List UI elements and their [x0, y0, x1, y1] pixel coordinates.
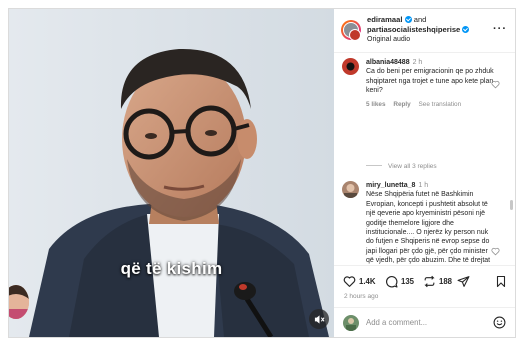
- reply-button[interactable]: Reply: [393, 101, 410, 108]
- comment-meta: 5 likes Reply See translation: [366, 100, 494, 109]
- comment-body: miry_lunetta_8 1 h Nëse Shqipëria futet n…: [366, 181, 500, 265]
- comments-list[interactable]: albania48488 2 h Ca do beni per emigracio…: [334, 52, 515, 265]
- author-info: ediramaal and partiasocialisteshqiperise…: [367, 15, 487, 45]
- comment-likes[interactable]: 5 likes: [366, 101, 386, 108]
- post-actions-bar: 1.4K 135 188 2 hours ago: [334, 265, 515, 308]
- heart-icon: [343, 275, 356, 287]
- author-avatar[interactable]: [341, 20, 361, 41]
- send-button[interactable]: [457, 274, 473, 288]
- post-modal: që të kishim ediramaal and partiasociali…: [8, 8, 516, 338]
- commenter-avatar[interactable]: [342, 181, 359, 198]
- post-side-panel: ediramaal and partiasocialisteshqiperise…: [334, 9, 515, 337]
- and-text: and: [413, 15, 427, 24]
- comment-username[interactable]: albania48488: [366, 59, 410, 66]
- view-replies-button[interactable]: View all 3 replies: [366, 163, 437, 170]
- more-options-button[interactable]: ···: [493, 23, 507, 35]
- author-primary-link[interactable]: ediramaal: [367, 15, 402, 24]
- emoji-picker-icon[interactable]: [493, 316, 506, 329]
- video-caption: që të kishim: [120, 259, 223, 278]
- post-header: ediramaal and partiasocialisteshqiperise…: [334, 9, 515, 53]
- comment-time: 1 h: [418, 182, 429, 189]
- speaker-muted-icon: [314, 314, 325, 324]
- current-user-avatar: [343, 315, 359, 331]
- original-audio-link[interactable]: Original audio: [367, 35, 487, 45]
- save-button[interactable]: [495, 274, 510, 288]
- posted-time: 2 hours ago: [344, 293, 379, 300]
- commenter-avatar[interactable]: [342, 58, 359, 75]
- comment-bubble-icon: [386, 275, 398, 288]
- like-count: 1.4K: [359, 276, 376, 286]
- verified-badge-icon: [462, 26, 470, 33]
- like-comment-heart-icon[interactable]: [491, 80, 500, 89]
- comment-text: Nëse Shqipëria futet në Bashkimin Evropi…: [366, 191, 491, 265]
- comment-text: Ca do beni per emigracionin qe po zhduk …: [366, 68, 494, 95]
- comment-body: albania48488 2 h Ca do beni per emigracio…: [366, 58, 500, 109]
- comment-time: 2 h: [412, 59, 423, 66]
- comment-username[interactable]: miry_lunetta_8: [366, 182, 415, 189]
- like-comment-heart-icon[interactable]: [491, 247, 500, 256]
- add-comment-input[interactable]: Add a comment...: [366, 318, 427, 327]
- repost-icon: [424, 275, 435, 287]
- author-secondary-link[interactable]: partiasocialisteshqiperise: [367, 25, 460, 34]
- view-replies-label: View all 3 replies: [388, 163, 437, 170]
- share-count: 188: [439, 276, 453, 286]
- bookmark-icon: [496, 275, 506, 287]
- like-button[interactable]: 1.4K: [343, 274, 375, 288]
- comments-scrollbar[interactable]: [510, 200, 513, 210]
- paper-plane-icon: [457, 275, 470, 287]
- see-translation-link[interactable]: See translation: [419, 101, 462, 108]
- add-comment-bar: Add a comment...: [334, 307, 515, 337]
- share-button[interactable]: 188: [423, 274, 452, 288]
- video-frame-illustration: [9, 9, 334, 337]
- comment-count: 135: [401, 276, 415, 286]
- mute-button[interactable]: [309, 309, 329, 329]
- reel-video[interactable]: që të kishim: [9, 9, 334, 337]
- comment-button[interactable]: 135: [385, 274, 414, 288]
- verified-badge-icon: [404, 16, 412, 23]
